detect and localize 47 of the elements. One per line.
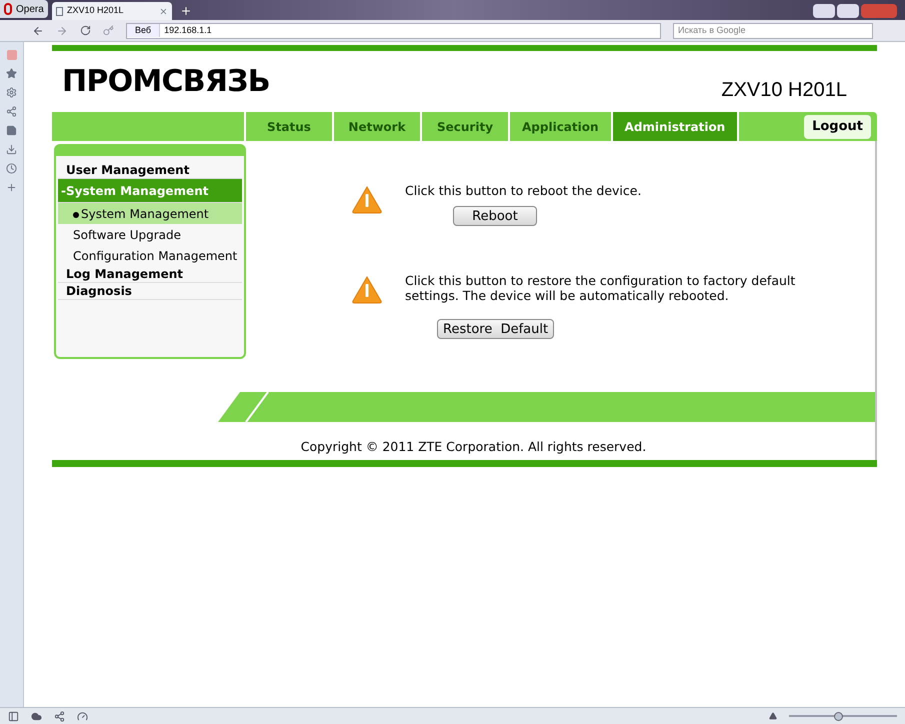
caret-icon[interactable] xyxy=(769,712,777,720)
stripe-decoration xyxy=(218,392,278,422)
forward-icon[interactable] xyxy=(56,24,68,36)
model-name: ZXV10 H201L xyxy=(721,78,847,102)
plus-icon[interactable] xyxy=(180,5,192,17)
action-button[interactable]: Restore Default xyxy=(437,319,554,339)
submenu-item[interactable]: Configuration Management xyxy=(58,245,242,266)
browser-tab[interactable]: ZXV10 H201L xyxy=(52,2,172,20)
address-text: 192.168.1.1 xyxy=(163,24,213,37)
submenu-label: Software Upgrade xyxy=(73,227,182,244)
submenu-item[interactable]: System Management xyxy=(58,203,242,224)
back-icon[interactable] xyxy=(32,24,44,36)
submenu-label: System Management xyxy=(81,206,209,223)
minimize-button[interactable] xyxy=(813,4,835,18)
share-icon[interactable] xyxy=(6,106,17,117)
bullet-icon xyxy=(73,212,79,218)
browser-menu-button[interactable]: Opera xyxy=(0,0,48,18)
warning-icon xyxy=(351,275,383,305)
warning-icon xyxy=(351,185,383,215)
cloud-icon[interactable] xyxy=(31,710,42,722)
zoom-slider[interactable] xyxy=(789,711,897,721)
plus-icon[interactable] xyxy=(6,182,17,193)
action-description: Click this button to restore the configuration to factory default settings. The device will be automatically rebooted. xyxy=(405,273,796,303)
menu-item[interactable]: Diagnosis xyxy=(58,283,242,300)
key-icon[interactable] xyxy=(103,25,114,36)
clock-icon[interactable] xyxy=(6,163,17,174)
close-icon[interactable] xyxy=(159,6,168,16)
logout-button[interactable]: Logout xyxy=(804,114,871,138)
share-icon[interactable] xyxy=(54,710,65,722)
submenu-item[interactable]: Software Upgrade xyxy=(58,224,242,245)
address-field[interactable]: Веб 192.168.1.1 xyxy=(126,22,661,38)
menu-item[interactable]: Log Management xyxy=(58,266,242,283)
note-icon[interactable] xyxy=(6,125,17,136)
settings-icon[interactable] xyxy=(6,87,17,98)
logo: ПРОМСВЯЗЬ xyxy=(62,63,270,101)
action-button[interactable]: Reboot xyxy=(453,206,537,226)
reload-icon[interactable] xyxy=(80,25,91,36)
copyright-text: Copyright © 2011 ZTE Corporation. All rights reserved. xyxy=(300,438,646,456)
star-icon[interactable] xyxy=(6,68,17,79)
submenu-label: Configuration Management xyxy=(73,248,238,265)
action-description: Click this button to reboot the device. xyxy=(405,183,642,198)
maximize-button[interactable] xyxy=(837,4,859,18)
search-input[interactable]: Искать в Google xyxy=(674,24,872,38)
address-prefix: Веб xyxy=(127,24,160,38)
panel-icon[interactable] xyxy=(8,710,19,722)
download-icon[interactable] xyxy=(6,144,17,155)
speedometer-icon[interactable] xyxy=(77,710,88,722)
